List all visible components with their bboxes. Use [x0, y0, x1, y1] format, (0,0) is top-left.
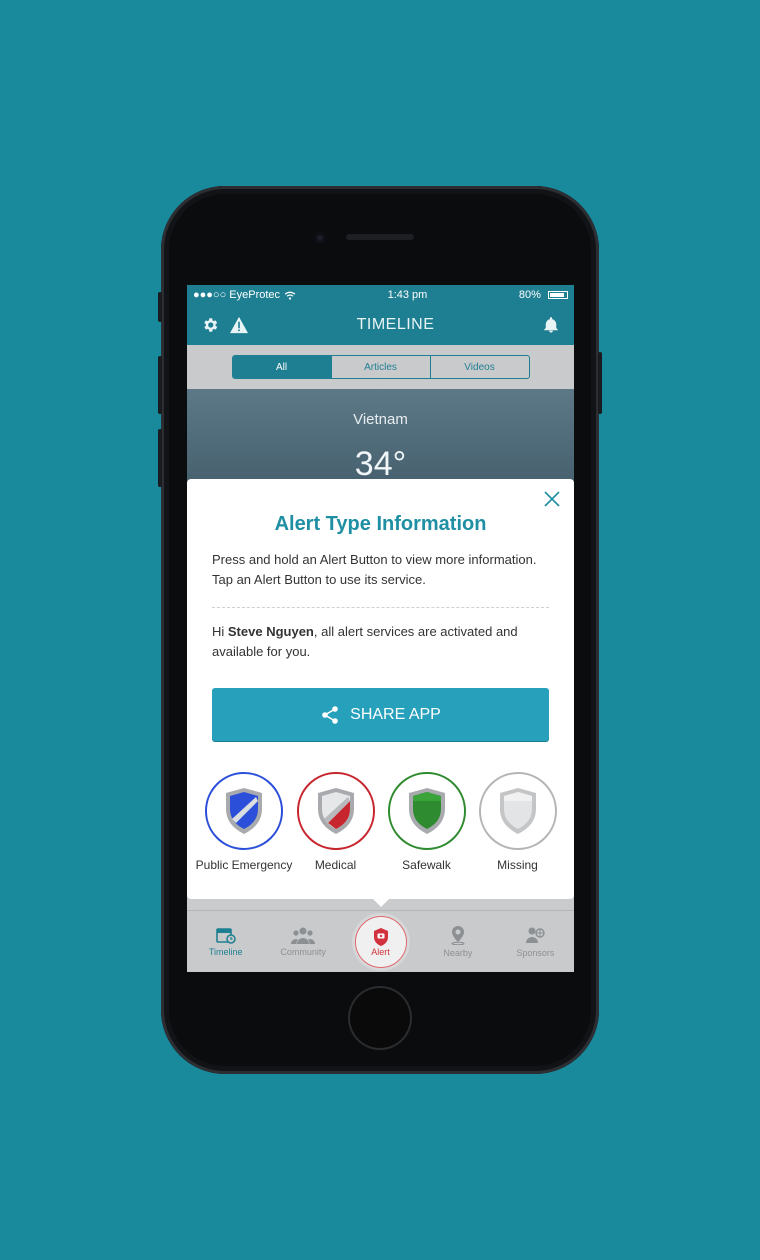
battery-label: 80%: [518, 289, 541, 301]
alert-type-list: Public Emergency Medical Safewalk Missin…: [195, 772, 563, 872]
greeting-prefix: Hi: [212, 624, 228, 639]
carrier-label: ●●●○○ EyeProtec: [193, 289, 281, 301]
gear-icon[interactable]: [201, 316, 219, 334]
tab-timeline-label: Timeline: [208, 947, 243, 957]
warning-icon[interactable]: [229, 316, 249, 334]
tab-bar: Timeline Community Alert Nearby Sponsors: [187, 910, 574, 972]
phone-volume-up: [158, 356, 162, 414]
people-icon: [291, 927, 316, 944]
battery-icon: [548, 291, 568, 300]
share-icon: [322, 705, 338, 724]
alert-medical-button[interactable]: [296, 772, 375, 850]
phone-mute-switch: [158, 292, 162, 322]
blue-shield-icon: [226, 788, 262, 834]
modal-intro-text: Press and hold an Alert Button to view m…: [212, 552, 537, 587]
modal-title: Alert Type Information: [274, 513, 487, 535]
battery-indicator: 80%: [519, 289, 568, 301]
alert-safewalk-button[interactable]: [387, 772, 466, 850]
alert-safewalk-label: Safewalk: [402, 858, 451, 872]
wifi-icon: [284, 291, 296, 300]
alert-info-modal: Alert Type Information Press and hold an…: [187, 479, 574, 907]
alert-medical[interactable]: Medical: [290, 772, 381, 872]
modal-divider: [212, 607, 549, 608]
tab-sponsors[interactable]: Sponsors: [497, 925, 574, 958]
user-name: Steve Nguyen: [227, 624, 314, 639]
alert-public-emergency-label: Public Emergency: [195, 858, 293, 872]
segment-articles[interactable]: Articles: [332, 356, 431, 378]
tab-community-label: Community: [280, 947, 326, 957]
location-pin-icon: [451, 926, 465, 945]
home-button[interactable]: [350, 988, 410, 1048]
grey-shield-icon: [499, 788, 536, 834]
alert-public-emergency[interactable]: Public Emergency: [195, 772, 293, 872]
clock-label: 1:43 pm: [387, 289, 428, 301]
alert-safewalk[interactable]: Safewalk: [381, 772, 472, 872]
alert-medical-label: Medical: [314, 858, 357, 872]
page-title: TIMELINE: [356, 316, 435, 333]
tab-alert[interactable]: Alert: [354, 915, 407, 968]
tab-alert-label: Alert: [371, 946, 390, 957]
segment-all[interactable]: All: [232, 356, 332, 378]
front-camera: [314, 232, 326, 244]
segmented-control: All Articles Videos: [231, 355, 530, 379]
close-icon[interactable]: [542, 489, 562, 509]
green-shield-icon: [408, 788, 445, 834]
tab-community[interactable]: Community: [264, 926, 341, 957]
sponsors-icon: [526, 927, 546, 943]
share-app-label: SHARE APP: [350, 705, 441, 723]
alert-missing-button[interactable]: [478, 772, 557, 850]
weather-city: Vietnam: [353, 411, 408, 428]
tab-sponsors-label: Sponsors: [516, 948, 555, 958]
alert-missing[interactable]: Missing: [472, 772, 563, 872]
tab-nearby[interactable]: Nearby: [419, 925, 496, 958]
alert-public-emergency-button[interactable]: [205, 772, 283, 850]
alert-shield-icon: [373, 927, 388, 946]
phone-power-button: [598, 352, 602, 414]
nav-bar: TIMELINE: [187, 305, 574, 345]
alert-missing-label: Missing: [497, 858, 538, 872]
segment-videos[interactable]: Videos: [431, 356, 529, 378]
phone-volume-down: [158, 429, 162, 487]
red-shield-icon: [317, 788, 354, 834]
tab-alert-slot: Alert: [342, 915, 419, 968]
earpiece-speaker: [346, 234, 414, 240]
calendar-icon: [215, 928, 236, 944]
share-app-button[interactable]: SHARE APP: [212, 688, 549, 741]
tab-timeline[interactable]: Timeline: [187, 926, 264, 957]
modal-greeting: Hi Steve Nguyen, all alert services are …: [212, 622, 549, 662]
status-bar: ●●●○○ EyeProtec 1:43 pm 80%: [187, 285, 574, 305]
bell-icon[interactable]: [542, 316, 560, 334]
segment-bar: All Articles Videos: [187, 345, 574, 389]
tab-nearby-label: Nearby: [443, 948, 473, 958]
